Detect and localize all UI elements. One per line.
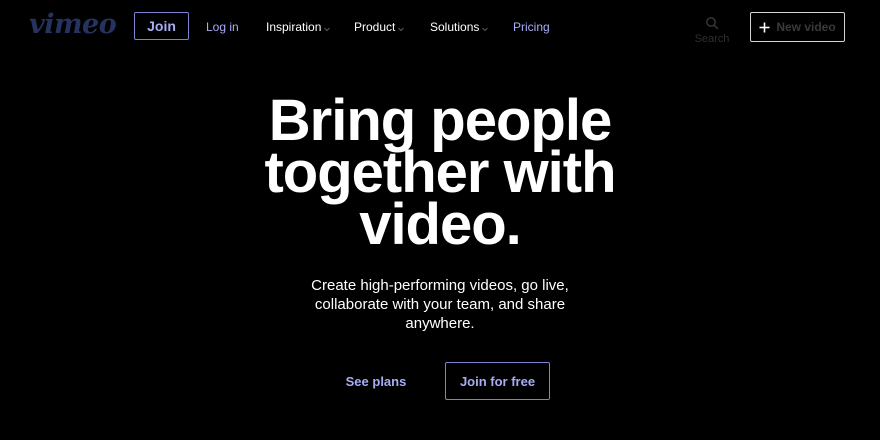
join-button[interactable]: Join (134, 12, 189, 40)
hero-headline: Bring people together with video. (0, 92, 880, 257)
search-button[interactable]: Search (692, 16, 732, 45)
hero-subtitle-line: collaborate with your team, and share (314, 296, 566, 313)
nav-solutions-label: Solutions (430, 20, 480, 34)
nav-solutions[interactable]: Solutions (430, 20, 489, 34)
hero-subtitle: Create high-performing videos, go live, … (290, 276, 590, 333)
pricing-link[interactable]: Pricing (513, 20, 550, 34)
hero-headline-line: video. (359, 192, 522, 257)
new-video-label: New video (776, 20, 836, 34)
nav-product-label: Product (354, 20, 396, 34)
nav-product[interactable]: Product (354, 20, 405, 34)
search-label: Search (694, 33, 730, 45)
hero-subtitle-line: anywhere. (405, 315, 475, 332)
chevron-down-icon (398, 27, 405, 32)
login-link[interactable]: Log in (206, 20, 239, 34)
hero-subtitle-line: Create high-performing videos, go live, (311, 277, 569, 294)
see-plans-link[interactable]: See plans (340, 374, 412, 390)
nav-inspiration-label: Inspiration (266, 20, 322, 34)
nav-inspiration[interactable]: Inspiration (266, 20, 331, 34)
vimeo-logo[interactable]: vimeo (29, 9, 117, 40)
plus-icon (759, 22, 770, 32)
join-for-free-button[interactable]: Join for free (445, 362, 550, 400)
new-video-button[interactable]: New video (750, 12, 845, 42)
chevron-down-icon (482, 27, 489, 32)
search-icon (706, 17, 719, 30)
chevron-down-icon (324, 27, 331, 32)
